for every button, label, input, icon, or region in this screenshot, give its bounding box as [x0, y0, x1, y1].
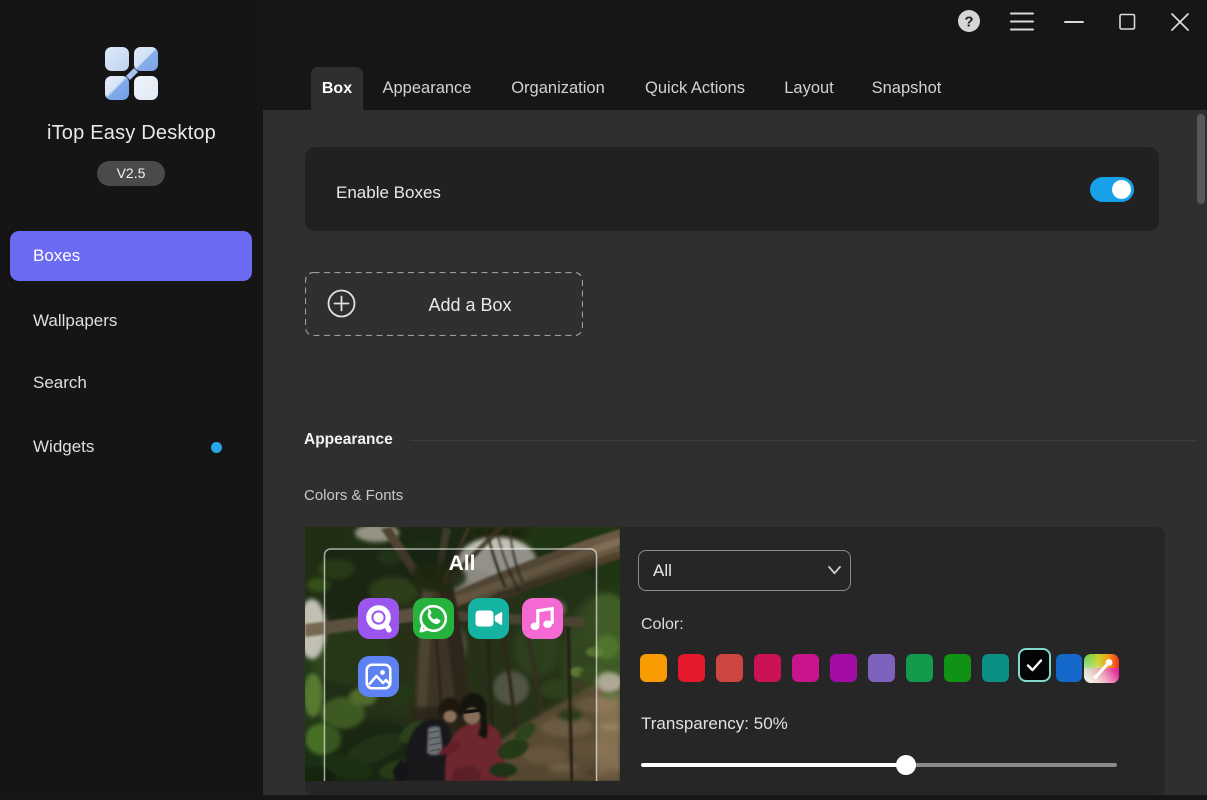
svg-text:All: All [449, 552, 476, 575]
svg-text:?: ? [964, 14, 973, 31]
